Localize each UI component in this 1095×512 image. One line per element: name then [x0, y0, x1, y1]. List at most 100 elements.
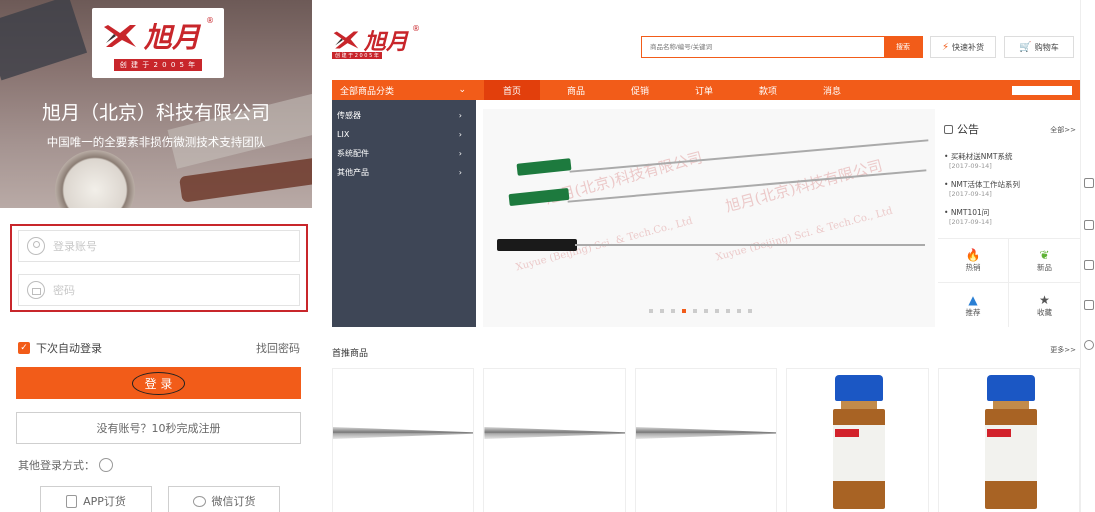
wechat-order-button[interactable]: 微信订货 — [168, 486, 280, 512]
notice-all-link[interactable]: 全部>> — [1050, 125, 1076, 135]
quick-link-hot[interactable]: 🔥 热销 — [938, 239, 1009, 283]
flame-icon: 🔥 — [965, 248, 981, 262]
company-name: 旭月（北京）科技有限公司 — [41, 102, 270, 124]
more-link[interactable]: 更多>> — [1050, 345, 1076, 355]
screen: 旭月 ® 创 建 于 2 0 0 5 年 旭月（北京）科技有限公司 中国唯一的全… — [0, 0, 1095, 512]
nav-payments[interactable]: 款项 — [740, 80, 796, 100]
login-button[interactable]: 登 录 — [16, 367, 301, 399]
category-item-lix[interactable]: LIX › — [332, 125, 476, 144]
quick-restock-label: 快速补货 — [952, 42, 985, 52]
message-icon[interactable] — [1084, 220, 1094, 230]
back-to-top-icon[interactable] — [1084, 340, 1094, 350]
notice-panel: 公告 全部>> • 买耗材送NMT系统 [2017-09-14] • NMT活体… — [938, 109, 1080, 327]
carousel-dot[interactable] — [748, 309, 752, 313]
carousel-dot[interactable] — [737, 309, 741, 313]
login-button-label: 登 录 — [131, 371, 186, 395]
chat-icon[interactable] — [99, 458, 113, 472]
password-field[interactable]: 密码 — [18, 274, 300, 306]
product-card[interactable] — [937, 368, 1081, 512]
quick-link-label: 收藏 — [1037, 307, 1052, 317]
category-item-other[interactable]: 其他产品 › — [332, 163, 476, 182]
category-label: LIX — [337, 130, 350, 139]
product-card[interactable] — [786, 368, 929, 512]
login-form: 登录账号 密码 — [10, 224, 308, 312]
logo-tagline: 创 建 于 2 0 0 5 年 — [113, 58, 203, 71]
side-toolbar — [1080, 0, 1095, 512]
forgot-password-link[interactable]: 找回密码 — [256, 340, 300, 356]
electrode-graphic — [516, 158, 572, 176]
carousel-dot[interactable] — [693, 309, 697, 313]
cart-icon: 🛒 — [1019, 41, 1032, 53]
app-order-label: APP订货 — [83, 495, 126, 508]
register-button[interactable]: 没有账号？10秒完成注册 — [16, 412, 301, 444]
notice-item-date: [2017-09-14] — [949, 190, 992, 198]
chevron-down-icon: ⌄ — [458, 85, 466, 95]
logo-text: 旭月 — [143, 20, 200, 54]
password-placeholder: 密码 — [53, 284, 75, 297]
company-slogan: 中国唯一的全要素非损伤微测技术支持团队 — [46, 135, 266, 149]
watch-graphic — [55, 150, 135, 208]
user-menu[interactable] — [1012, 86, 1072, 95]
notice-item-date: [2017-09-14] — [949, 218, 992, 226]
notice-item[interactable]: • 买耗材送NMT系统 [2017-09-14] — [944, 151, 1012, 170]
username-placeholder: 登录账号 — [53, 240, 97, 253]
needle-image — [333, 427, 474, 439]
carousel-dot[interactable] — [704, 309, 708, 313]
star-icon: ★ — [1039, 292, 1050, 307]
product-card[interactable] — [483, 368, 626, 512]
lock-icon — [27, 281, 45, 299]
needle-image — [635, 427, 777, 439]
nav-products[interactable]: 商品 — [548, 80, 604, 100]
category-label: 其他产品 — [337, 168, 369, 177]
keyboard-graphic — [0, 0, 88, 81]
search-input[interactable] — [642, 37, 884, 57]
banner-watermark-en: Xuyue (Beijing) Sci. & Tech.Co., Ltd — [714, 205, 894, 264]
link-icon[interactable] — [1084, 260, 1094, 270]
logo-x-icon — [103, 24, 136, 47]
product-card[interactable] — [332, 368, 475, 512]
username-field[interactable]: 登录账号 — [18, 230, 300, 262]
logo-registered: ® — [206, 15, 214, 25]
carousel-dot[interactable] — [660, 309, 664, 313]
product-card[interactable] — [634, 368, 778, 512]
quick-link-recommend[interactable]: ▲ 推荐 — [938, 283, 1009, 327]
notice-item[interactable]: • NMT活体工作站系列 [2017-09-14] — [944, 179, 1020, 198]
category-item-sensors[interactable]: 传感器 › — [332, 106, 476, 125]
carousel-dot[interactable] — [649, 309, 653, 313]
category-item-accessories[interactable]: 系统配件 › — [332, 144, 476, 163]
chevron-right-icon: › — [458, 149, 462, 158]
phone-icon — [66, 494, 78, 508]
carousel-dot[interactable] — [671, 309, 675, 313]
electrode-wire — [575, 244, 925, 246]
carousel-dot-active[interactable] — [682, 309, 686, 313]
cart-button[interactable]: 🛒 购物车 — [1004, 36, 1074, 58]
category-sidebar: 传感器 › LIX › 系统配件 › 其他产品 › — [332, 100, 476, 327]
notice-item-date: [2017-09-14] — [949, 162, 992, 170]
checkmark-icon: ✓ — [18, 342, 30, 354]
quick-link-favorites[interactable]: ★ 收藏 — [1009, 283, 1080, 327]
vial-image — [829, 375, 889, 512]
lightning-icon: ⚡ — [941, 41, 950, 53]
nav-orders[interactable]: 订单 — [676, 80, 732, 100]
banner-carousel[interactable]: 旭月(北京)科技有限公司 旭月(北京)科技有限公司 Xuyue (Beijing… — [483, 109, 935, 327]
hero-image: 旭月 ® 创 建 于 2 0 0 5 年 旭月（北京）科技有限公司 中国唯一的全… — [0, 0, 312, 208]
search-bar: 搜索 — [641, 36, 923, 58]
remember-me-checkbox[interactable]: ✓ 下次自动登录 — [18, 340, 102, 356]
carousel-dot[interactable] — [726, 309, 730, 313]
notice-item[interactable]: • NMT101问 [2017-09-14] — [944, 207, 992, 226]
carousel-dot[interactable] — [715, 309, 719, 313]
quick-link-new[interactable]: ❦ 新品 — [1009, 239, 1080, 283]
nav-messages[interactable]: 消息 — [804, 80, 860, 100]
quick-restock-button[interactable]: ⚡ 快速补货 — [930, 36, 996, 58]
nav-home[interactable]: 首页 — [484, 80, 540, 100]
remember-label: 下次自动登录 — [36, 342, 102, 355]
app-order-button[interactable]: APP订货 — [40, 486, 152, 512]
search-button[interactable]: 搜索 — [884, 37, 922, 57]
edit-icon[interactable] — [1084, 300, 1094, 310]
nav-promotions[interactable]: 促销 — [612, 80, 668, 100]
cart-icon[interactable] — [1084, 178, 1094, 188]
vial-image — [981, 375, 1041, 512]
all-categories-dropdown[interactable]: 全部商品分类 ⌄ — [332, 80, 476, 100]
mountain-icon: ▲ — [968, 292, 978, 307]
chevron-right-icon: › — [458, 130, 462, 139]
